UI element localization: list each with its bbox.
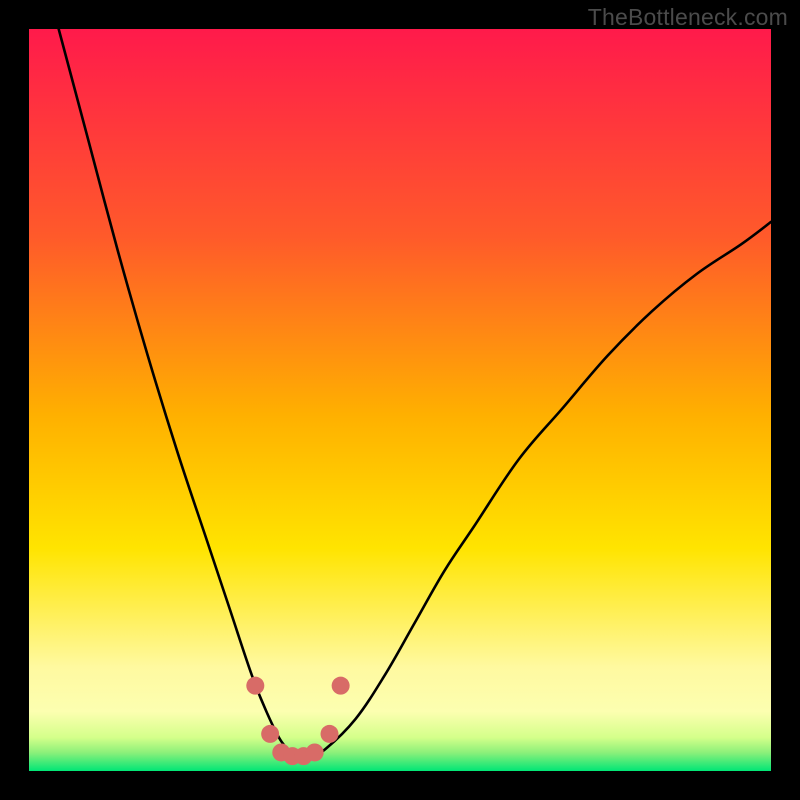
chart-background	[29, 29, 771, 771]
chart-plot-area	[29, 29, 771, 771]
highlight-marker	[332, 677, 350, 695]
highlight-marker	[321, 725, 339, 743]
chart-svg	[29, 29, 771, 771]
highlight-marker	[261, 725, 279, 743]
chart-frame: TheBottleneck.com	[0, 0, 800, 800]
highlight-marker	[306, 743, 324, 761]
watermark-text: TheBottleneck.com	[588, 4, 788, 31]
highlight-marker	[246, 677, 264, 695]
